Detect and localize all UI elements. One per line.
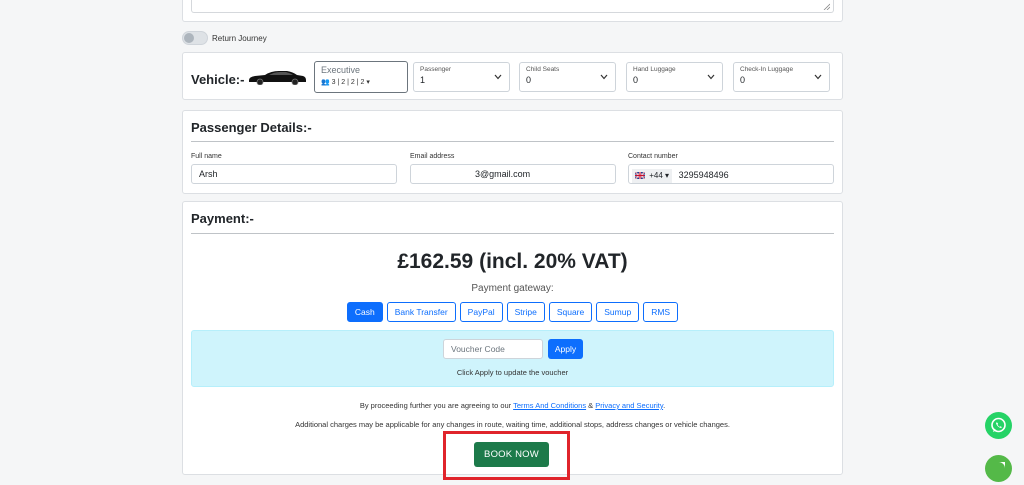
chevron-down-icon	[494, 74, 502, 80]
toggle-knob	[184, 33, 194, 43]
checkin-luggage-select[interactable]: Check-In Luggage 0	[733, 62, 830, 92]
checkin-luggage-label: Check-In Luggage	[740, 66, 794, 73]
hand-luggage-value: 0	[633, 75, 639, 85]
country-code-picker[interactable]: +44 ▾	[632, 169, 673, 183]
terms-suffix: .	[663, 401, 666, 410]
chat-button[interactable]	[985, 455, 1012, 482]
payment-gateway-label: Payment gateway:	[471, 283, 554, 294]
terms-prefix: By proceeding further you are agreeing t…	[359, 401, 514, 410]
gateway-bank-transfer-button[interactable]: Bank Transfer	[386, 302, 456, 322]
vehicle-title: Vehicle:-	[191, 72, 245, 87]
return-journey-label: Return Journey	[212, 33, 267, 43]
return-journey-row: Return Journey	[182, 30, 267, 46]
return-journey-toggle[interactable]	[182, 31, 208, 45]
vehicle-type-name: Executive	[321, 65, 361, 75]
payment-gateway-group: Cash Bank Transfer PayPal Stripe Square …	[183, 302, 842, 322]
terms-notice: By proceeding further you are agreeing t…	[183, 401, 842, 410]
section-divider	[191, 141, 834, 142]
child-seats-label: Child Seats	[526, 66, 560, 73]
caret-down-icon: ▾	[665, 171, 670, 180]
whatsapp-button[interactable]	[985, 412, 1012, 439]
whatsapp-icon	[991, 417, 1006, 433]
chevron-down-icon	[814, 74, 822, 80]
notes-card	[182, 0, 843, 22]
gateway-sumup-button[interactable]: Sumup	[596, 302, 640, 322]
passenger-details-card: Passenger Details:- Full name Arsh Email…	[182, 110, 843, 194]
email-input[interactable]: 3@gmail.com	[410, 164, 616, 184]
terms-link[interactable]: Terms And Conditions	[513, 401, 586, 410]
dial-code: +44	[649, 171, 663, 180]
child-seats-value: 0	[526, 75, 532, 85]
additional-charges-note: Additional charges may be applicable for…	[295, 420, 730, 429]
hand-luggage-label: Hand Luggage	[633, 66, 676, 73]
gateway-square-button[interactable]: Square	[548, 302, 593, 322]
payment-title: Payment:-	[191, 211, 254, 226]
chevron-down-icon	[707, 74, 715, 80]
vehicle-capacity: 👥 3 | 2 | 2 | 2 ▾	[321, 78, 401, 86]
gateway-cash-button[interactable]: Cash	[346, 302, 383, 322]
checkin-luggage-value: 0	[740, 75, 746, 85]
uk-flag-icon	[635, 172, 645, 180]
voucher-code-input[interactable]: Voucher Code	[443, 339, 543, 359]
privacy-link[interactable]: Privacy and Security	[595, 401, 663, 410]
passenger-select[interactable]: Passenger 1	[413, 62, 510, 92]
section-divider	[191, 233, 834, 234]
chat-bubble-icon	[992, 462, 1005, 475]
contact-input[interactable]: +44 ▾ 3295948496	[628, 164, 834, 184]
gateway-rms-button[interactable]: RMS	[643, 302, 679, 322]
terms-and: &	[586, 401, 596, 410]
hand-luggage-select[interactable]: Hand Luggage 0	[626, 62, 723, 92]
notes-textarea[interactable]	[191, 0, 834, 13]
passenger-value: 1	[420, 75, 426, 85]
email-label: Email address	[410, 153, 455, 160]
total-price: £162.59 (incl. 20% VAT)	[397, 250, 628, 273]
book-now-button[interactable]: BOOK NOW	[474, 442, 549, 467]
passenger-count-icon: 👥	[321, 79, 330, 86]
passenger-label: Passenger	[420, 66, 452, 73]
vehicle-card: Vehicle:- Executive 👥 3 | 2 | 2 | 2 ▾ Pa…	[182, 52, 843, 100]
voucher-panel: Voucher Code Apply Click Apply to update…	[191, 330, 834, 387]
vehicle-capacity-text: 3 | 2 | 2 | 2	[331, 79, 365, 86]
chevron-down-icon	[600, 74, 608, 80]
apply-voucher-button[interactable]: Apply	[548, 339, 583, 359]
full-name-label: Full name	[191, 153, 222, 160]
vehicle-type-select[interactable]: Executive 👥 3 | 2 | 2 | 2 ▾	[314, 61, 408, 93]
full-name-input[interactable]: Arsh	[191, 164, 397, 184]
contact-value: 3295948496	[678, 170, 729, 180]
resize-grip-icon[interactable]	[823, 3, 830, 10]
passenger-details-title: Passenger Details:-	[191, 120, 312, 135]
car-icon	[249, 71, 306, 85]
caret-down-icon: ▾	[366, 79, 370, 86]
child-seats-select[interactable]: Child Seats 0	[519, 62, 616, 92]
gateway-stripe-button[interactable]: Stripe	[506, 302, 545, 322]
voucher-hint: Click Apply to update the voucher	[456, 368, 569, 377]
gateway-paypal-button[interactable]: PayPal	[459, 302, 503, 322]
contact-label: Contact number	[628, 153, 678, 160]
